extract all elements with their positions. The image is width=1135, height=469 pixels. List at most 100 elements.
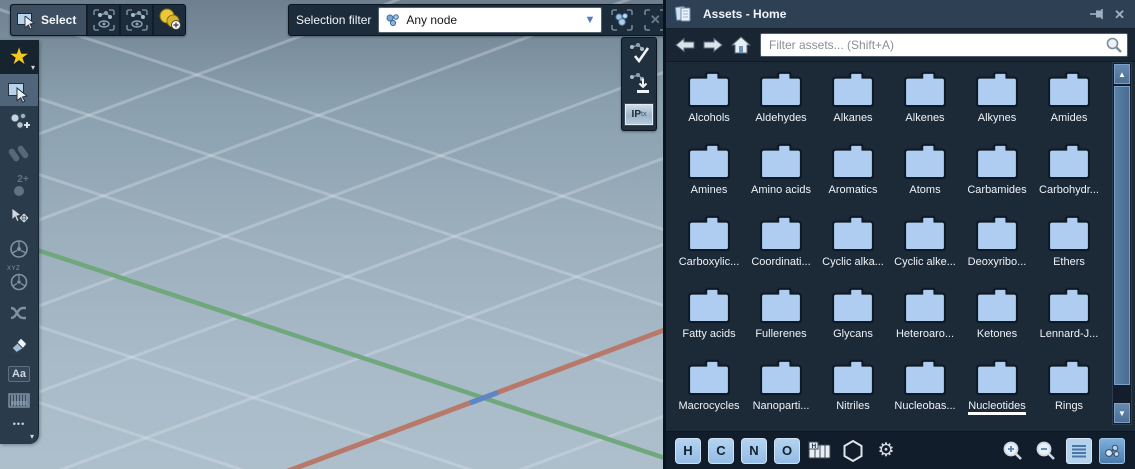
ring-builder-button[interactable] — [840, 438, 866, 464]
asset-folder[interactable]: Alkynes — [961, 70, 1033, 142]
filter-selected-value: Any node — [406, 13, 579, 27]
asset-folder[interactable]: Carbohydr... — [1033, 142, 1105, 214]
text-tool-button[interactable]: Aa — [0, 360, 38, 388]
asset-folder-selected[interactable]: Nucleotides — [961, 358, 1033, 430]
asset-folder[interactable]: Lennard-J... — [1033, 286, 1105, 358]
xyz-wheel-tool-button[interactable]: XYZ — [0, 265, 38, 297]
back-button[interactable] — [673, 33, 697, 57]
documents-icon — [674, 4, 694, 24]
rect-select-tool-button[interactable] — [0, 74, 38, 106]
asset-folder[interactable]: Alcohols — [673, 70, 745, 142]
asset-folder[interactable]: Macrocycles — [673, 358, 745, 430]
asset-folder[interactable]: Nitriles — [817, 358, 889, 430]
element-o-button[interactable]: O — [774, 438, 800, 464]
close-panel-button[interactable]: ✕ — [1114, 8, 1125, 21]
asset-folder[interactable]: Nanoparti... — [745, 358, 817, 430]
sequence-tool-button[interactable] — [0, 388, 38, 416]
keyboard-icon: H — [807, 440, 833, 462]
element-h-button[interactable]: H — [675, 438, 701, 464]
rotate-wheel-tool-button[interactable] — [0, 233, 38, 265]
assets-scrollbar[interactable]: ▲ ▼ — [1112, 62, 1132, 425]
asset-folder[interactable]: Aldehydes — [745, 70, 817, 142]
pin-panel-button[interactable] — [1089, 7, 1105, 21]
element-keyboard-button[interactable]: H — [807, 438, 833, 464]
twist-tool-button[interactable] — [0, 297, 38, 329]
folder-icon — [1046, 214, 1092, 252]
barcode-icon — [7, 392, 31, 412]
asset-folder[interactable]: Coordinati... — [745, 214, 817, 286]
filter-assets-input[interactable] — [760, 33, 1128, 57]
select-toolbar: Select — [10, 4, 186, 36]
asset-folder[interactable]: Amino acids — [745, 142, 817, 214]
folder-icon — [830, 70, 876, 108]
eraser-icon — [7, 333, 31, 357]
select-all-button[interactable] — [609, 7, 635, 33]
scroll-down-button[interactable]: ▼ — [1114, 403, 1130, 423]
select-icon — [17, 11, 37, 29]
scrollbar-thumb[interactable] — [1114, 86, 1130, 385]
charge-tool-button[interactable]: 2+ — [0, 169, 38, 201]
asset-folder[interactable]: Ketones — [961, 286, 1033, 358]
presets-star-button[interactable]: ★ ▾ — [0, 40, 38, 74]
assets-titlebar[interactable]: Assets - Home ✕ — [666, 0, 1135, 29]
more-tools-button[interactable]: ••• — [0, 416, 38, 432]
select-label: Select — [41, 13, 76, 27]
viewport-mini-toolbar: IPtx — [621, 37, 657, 131]
asset-folder[interactable]: Rings — [1033, 358, 1105, 430]
zoom-in-button[interactable] — [1000, 438, 1026, 464]
visibility-selection-icon-2 — [124, 7, 150, 33]
home-button[interactable] — [729, 33, 753, 57]
asset-folder[interactable]: Alkanes — [817, 70, 889, 142]
element-n-button[interactable]: N — [741, 438, 767, 464]
yellow-molecule-add-icon — [156, 6, 184, 34]
asset-folder[interactable]: Nucleobas... — [889, 358, 961, 430]
molecule-view-icon — [1103, 443, 1121, 459]
settings-button[interactable]: ⚙ — [873, 438, 899, 464]
asset-folder[interactable]: Fullerenes — [745, 286, 817, 358]
eraser-tool-button[interactable] — [0, 329, 38, 361]
forward-arrow-icon — [703, 37, 723, 53]
node-filter-dropdown[interactable]: Any node ▼ — [378, 7, 602, 33]
asset-folder[interactable]: Deoxyribo... — [961, 214, 1033, 286]
asset-folder[interactable]: Aromatics — [817, 142, 889, 214]
list-view-button[interactable] — [1066, 438, 1092, 464]
pin-icon — [1089, 7, 1105, 21]
zoom-out-button[interactable] — [1033, 438, 1059, 464]
folder-icon — [830, 214, 876, 252]
asset-folder[interactable]: Carboxylic... — [673, 214, 745, 286]
validate-structure-button[interactable] — [624, 40, 654, 68]
asset-folder[interactable]: Atoms — [889, 142, 961, 214]
viewport-grid — [0, 0, 663, 469]
scroll-up-button[interactable]: ▲ — [1114, 64, 1130, 84]
show-selection-button[interactable] — [88, 5, 121, 35]
hide-selection-button[interactable] — [121, 5, 154, 35]
toolbar-collapse-caret[interactable]: ▾ — [0, 432, 38, 444]
asset-folder[interactable]: Glycans — [817, 286, 889, 358]
save-structure-button[interactable] — [624, 70, 654, 98]
periodic-table-button[interactable]: IPtx — [624, 100, 654, 128]
3d-viewport[interactable] — [0, 0, 663, 469]
axis-x-red — [240, 323, 663, 469]
asset-folder[interactable]: Amides — [1033, 70, 1105, 142]
asset-folder[interactable]: Carbamides — [961, 142, 1033, 214]
text-tool-icon: Aa — [8, 366, 30, 382]
asset-folder[interactable]: Cyclic alka... — [817, 214, 889, 286]
xyz-gauge-icon — [7, 269, 31, 293]
folder-icon — [758, 286, 804, 324]
asset-folder[interactable]: Fatty acids — [673, 286, 745, 358]
bonds-tool-button[interactable] — [0, 138, 38, 170]
charge-icon: 2+ — [9, 175, 28, 196]
molecule-view-button[interactable] — [1099, 438, 1125, 464]
select-mode-button[interactable]: Select — [11, 5, 88, 35]
add-fragment-button[interactable] — [154, 5, 185, 35]
move-tool-button[interactable] — [0, 201, 38, 233]
add-atoms-tool-button[interactable] — [0, 106, 38, 138]
asset-folder[interactable]: Heteroaro... — [889, 286, 961, 358]
asset-folder[interactable]: Ethers — [1033, 214, 1105, 286]
assets-nav-bar — [666, 29, 1135, 62]
forward-button[interactable] — [701, 33, 725, 57]
asset-folder[interactable]: Cyclic alke... — [889, 214, 961, 286]
asset-folder[interactable]: Alkenes — [889, 70, 961, 142]
element-c-button[interactable]: C — [708, 438, 734, 464]
asset-folder[interactable]: Amines — [673, 142, 745, 214]
